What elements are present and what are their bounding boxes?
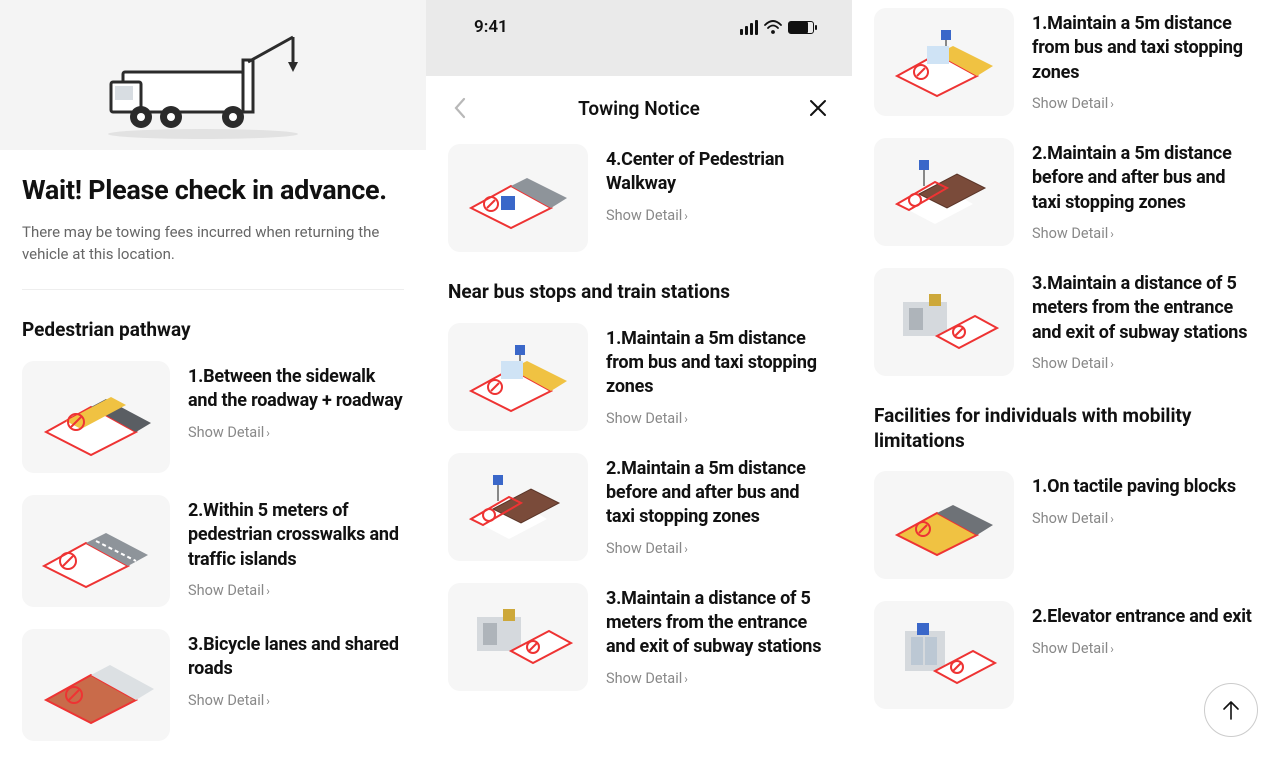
list-item[interactable]: 3.Maintain a distance of 5 meters from t… xyxy=(448,583,830,691)
list-item[interactable]: 2.Maintain a 5m distance before and afte… xyxy=(874,138,1256,246)
chevron-right-icon: › xyxy=(684,412,688,426)
chevron-left-icon xyxy=(453,97,467,119)
chevron-right-icon: › xyxy=(684,209,688,223)
item-title: 3.Maintain a distance of 5 meters from t… xyxy=(606,587,830,660)
list-item[interactable]: 1.Between the sidewalk and the roadway +… xyxy=(22,361,404,473)
show-detail-link[interactable]: Show Detail› xyxy=(606,207,830,224)
thumbnail xyxy=(22,495,170,607)
item-title: 2.Maintain a 5m distance before and afte… xyxy=(606,457,830,530)
navbar-title: Towing Notice xyxy=(578,97,700,120)
chevron-right-icon: › xyxy=(266,426,270,440)
list-item[interactable]: 3.Maintain a distance of 5 meters from t… xyxy=(874,268,1256,376)
chevron-right-icon: › xyxy=(1110,512,1114,526)
chevron-right-icon: › xyxy=(1110,97,1114,111)
list-item[interactable]: 3.Bicycle lanes and shared roads Show De… xyxy=(22,629,404,741)
item-title: 3.Bicycle lanes and shared roads xyxy=(188,633,404,682)
thumbnail xyxy=(874,268,1014,376)
show-detail-link[interactable]: Show Detail› xyxy=(606,670,830,687)
thumbnail xyxy=(874,8,1014,116)
chevron-right-icon: › xyxy=(266,584,270,598)
show-detail-link[interactable]: Show Detail› xyxy=(188,424,404,441)
close-button[interactable] xyxy=(804,94,832,122)
show-detail-link[interactable]: Show Detail› xyxy=(1032,355,1256,372)
thumbnail xyxy=(448,144,588,252)
chevron-right-icon: › xyxy=(684,672,688,686)
chevron-right-icon: › xyxy=(1110,642,1114,656)
list-item[interactable]: 1.Maintain a 5m distance from bus and ta… xyxy=(874,8,1256,116)
divider xyxy=(22,289,404,290)
item-title: 2.Maintain a 5m distance before and afte… xyxy=(1032,142,1256,215)
item-title: 4.Center of Pedestrian Walkway xyxy=(606,148,830,197)
show-detail-link[interactable]: Show Detail› xyxy=(188,692,404,709)
chevron-right-icon: › xyxy=(684,542,688,556)
section-title-bus: Near bus stops and train stations xyxy=(448,280,830,305)
thumbnail xyxy=(22,361,170,473)
item-title: 1.Between the sidewalk and the roadway +… xyxy=(188,365,404,414)
chevron-right-icon: › xyxy=(1110,357,1114,371)
show-detail-link[interactable]: Show Detail› xyxy=(1032,95,1256,112)
scroll-to-top-button[interactable] xyxy=(1204,683,1258,737)
item-title: 2.Within 5 meters of pedestrian crosswal… xyxy=(188,499,404,572)
battery-icon xyxy=(788,21,814,34)
item-title: 1.Maintain a 5m distance from bus and ta… xyxy=(1032,12,1256,85)
thumbnail xyxy=(874,138,1014,246)
item-title: 2.Elevator entrance and exit xyxy=(1032,605,1256,629)
back-button[interactable] xyxy=(446,94,474,122)
section-title-mobility: Facilities for individuals with mobility… xyxy=(874,404,1256,453)
show-detail-link[interactable]: Show Detail› xyxy=(188,582,404,599)
list-item[interactable]: 1.On tactile paving blocks Show Detail› xyxy=(874,471,1256,579)
status-time: 9:41 xyxy=(474,17,508,37)
thumbnail xyxy=(448,583,588,691)
arrow-up-icon xyxy=(1221,699,1241,721)
show-detail-link[interactable]: Show Detail› xyxy=(1032,640,1256,657)
page-subtitle: There may be towing fees incurred when r… xyxy=(22,222,404,266)
thumbnail xyxy=(448,323,588,431)
list-item[interactable]: 2.Elevator entrance and exit Show Detail… xyxy=(874,601,1256,709)
list-item[interactable]: 2.Within 5 meters of pedestrian crosswal… xyxy=(22,495,404,607)
item-title: 3.Maintain a distance of 5 meters from t… xyxy=(1032,272,1256,345)
thumbnail xyxy=(22,629,170,741)
item-title: 1.Maintain a 5m distance from bus and ta… xyxy=(606,327,830,400)
item-title: 1.On tactile paving blocks xyxy=(1032,475,1256,499)
status-bar: 9:41 xyxy=(426,0,852,54)
chevron-right-icon: › xyxy=(266,694,270,708)
section-title-pedestrian: Pedestrian pathway xyxy=(22,318,404,343)
show-detail-link[interactable]: Show Detail› xyxy=(1032,510,1256,527)
close-icon xyxy=(809,99,827,117)
thumbnail xyxy=(874,601,1014,709)
show-detail-link[interactable]: Show Detail› xyxy=(606,540,830,557)
chevron-right-icon: › xyxy=(1110,227,1114,241)
hero-illustration xyxy=(0,0,426,150)
list-item[interactable]: 1.Maintain a 5m distance from bus and ta… xyxy=(448,323,830,431)
thumbnail xyxy=(448,453,588,561)
navbar: Towing Notice xyxy=(426,80,852,144)
show-detail-link[interactable]: Show Detail› xyxy=(606,410,830,427)
page-title: Wait! Please check in advance. xyxy=(22,174,404,208)
wifi-icon xyxy=(764,20,782,34)
thumbnail xyxy=(874,471,1014,579)
list-item[interactable]: 4.Center of Pedestrian Walkway Show Deta… xyxy=(448,144,830,252)
cellular-signal-icon xyxy=(740,20,758,35)
show-detail-link[interactable]: Show Detail› xyxy=(1032,225,1256,242)
list-item[interactable]: 2.Maintain a 5m distance before and afte… xyxy=(448,453,830,561)
